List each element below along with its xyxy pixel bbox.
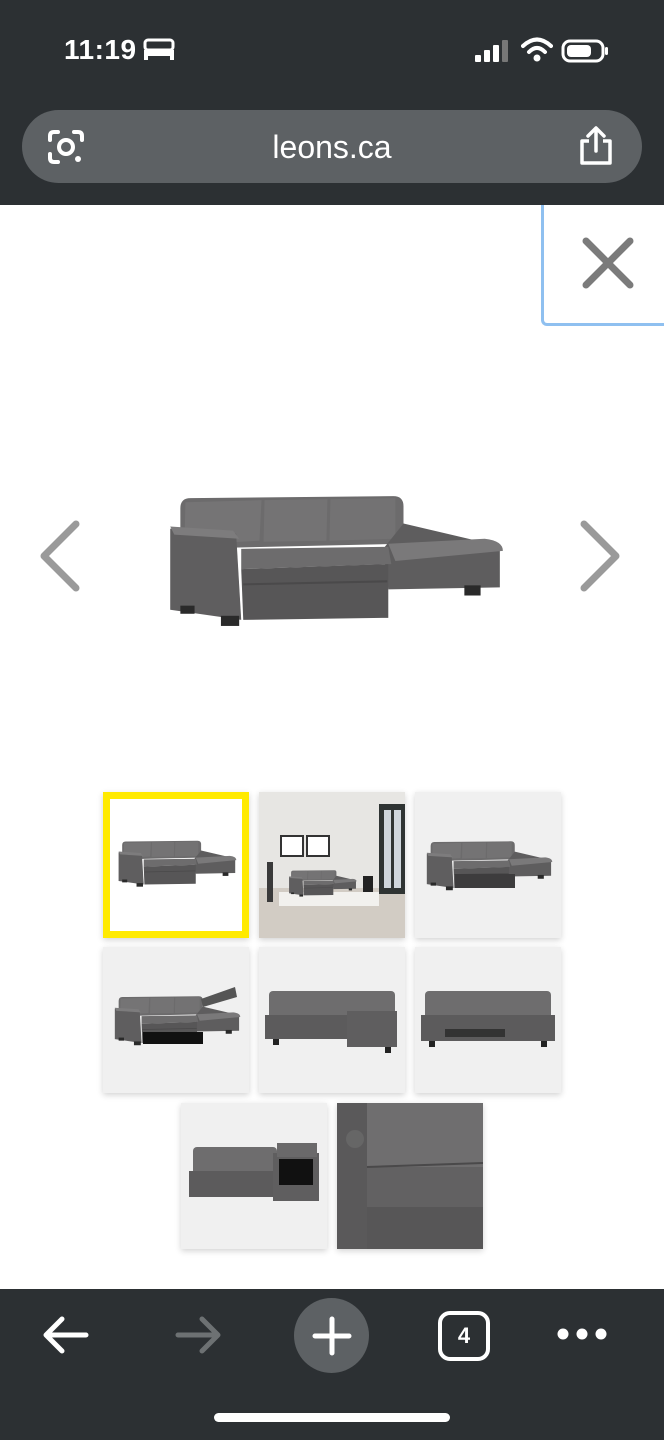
sofa-bed-thumbnail[interactable] — [415, 792, 561, 938]
sleeper-thumbnail[interactable] — [415, 947, 561, 1093]
url-text: leons.ca — [272, 129, 392, 165]
share-icon[interactable] — [576, 125, 616, 167]
back-arrow-icon[interactable] — [40, 1309, 92, 1361]
browser-bottom-toolbar: 4 — [0, 1289, 664, 1440]
storage-thumbnail[interactable] — [103, 947, 249, 1093]
new-tab-button[interactable] — [294, 1298, 369, 1373]
browser-top-bar: 11:19 leons.ca — [0, 0, 664, 205]
forward-arrow-icon[interactable] — [172, 1309, 224, 1361]
ottoman-storage-thumbnail[interactable] — [181, 1103, 327, 1249]
battery-icon — [561, 39, 608, 63]
bed-icon — [143, 38, 175, 60]
room-thumbnail[interactable] — [259, 792, 405, 938]
status-time: 11:19 — [64, 34, 137, 65]
tab-switcher-button[interactable]: 4 — [438, 1311, 490, 1361]
address-bar[interactable]: leons.ca — [22, 110, 642, 183]
plus-icon — [312, 1316, 352, 1356]
wifi-icon — [521, 37, 553, 62]
fabric-detail-thumbnail[interactable] — [337, 1103, 483, 1249]
main-product-image — [160, 488, 505, 630]
home-indicator — [214, 1413, 450, 1422]
chevron-right-icon[interactable] — [576, 518, 624, 594]
close-icon — [582, 237, 634, 289]
front-thumbnail[interactable] — [259, 947, 405, 1093]
more-menu-icon[interactable] — [556, 1327, 608, 1341]
sofa-thumbnail[interactable] — [103, 792, 249, 938]
signal-icon — [475, 40, 508, 62]
close-button[interactable] — [541, 205, 664, 326]
chevron-left-icon[interactable] — [36, 518, 84, 594]
